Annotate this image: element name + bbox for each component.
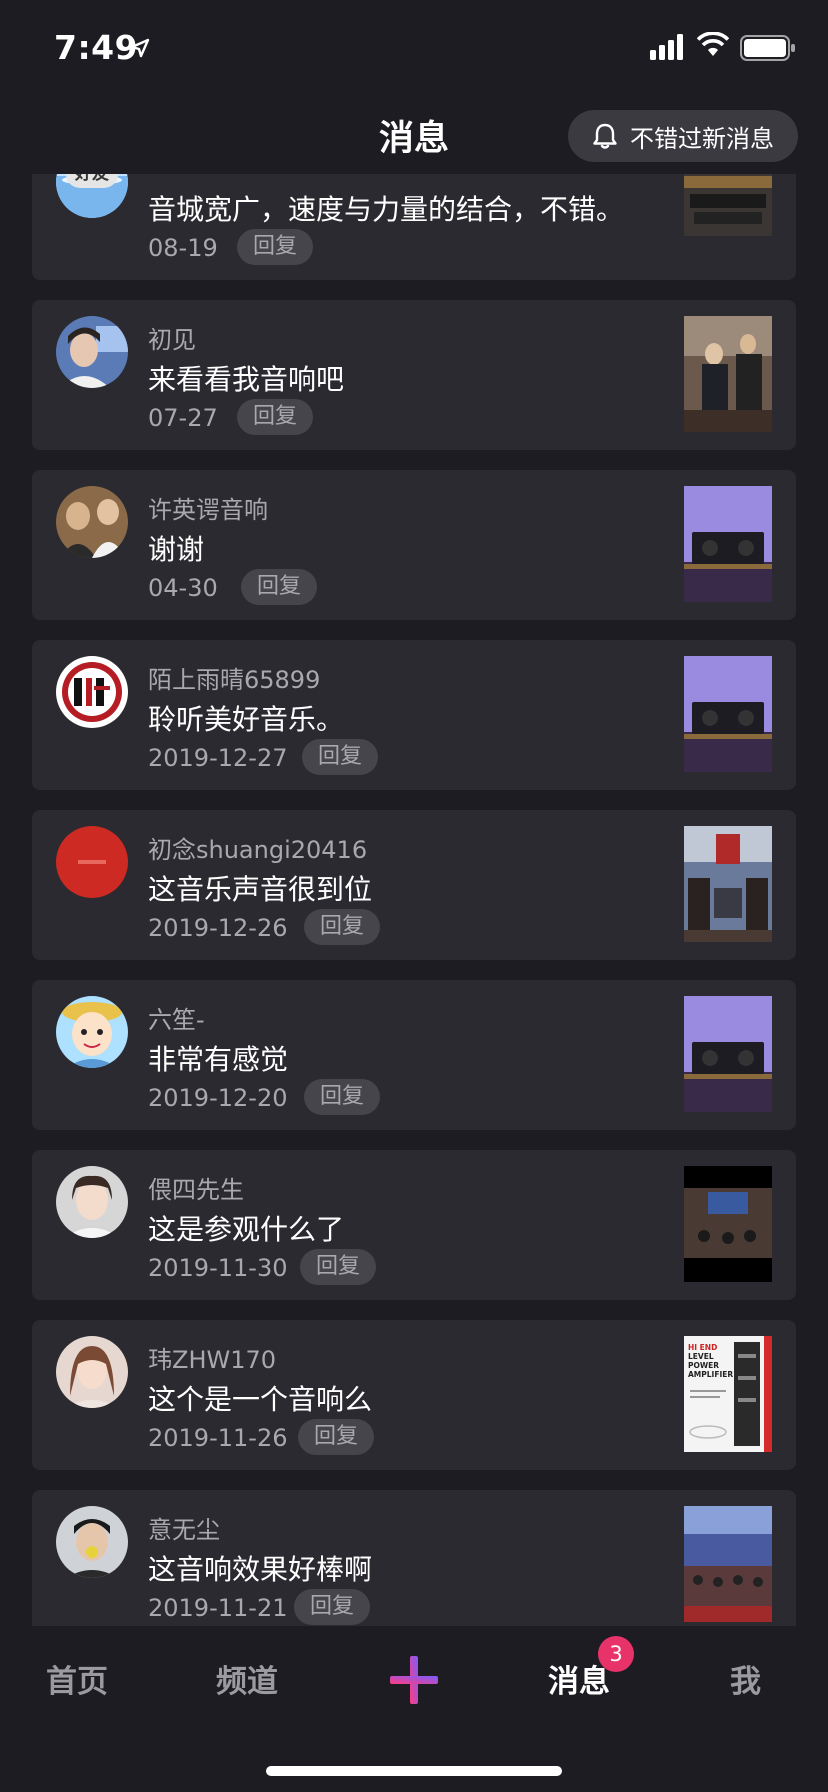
message-card[interactable]: 初见 来看看我音响吧 07-27 回复 [32, 300, 796, 450]
tab-me[interactable]: 我 [730, 1656, 761, 1701]
message-text: 这是参观什么了 [148, 1213, 345, 1246]
avatar[interactable] [56, 1506, 128, 1578]
message-card[interactable]: 初念shuangi20416 这音乐声音很到位 2019-12-26 回复 [32, 810, 796, 960]
message-date: 04-30 [148, 574, 218, 602]
sender-name: 陌上雨晴65899 [148, 666, 321, 694]
reply-button[interactable]: 回复 [304, 1079, 381, 1115]
reply-button[interactable]: 回复 [302, 739, 379, 775]
sender-name: 许英谔音响 [148, 496, 268, 524]
sender-name: 六笙- [148, 1006, 205, 1034]
message-card[interactable]: 陌上雨晴65899 聆听美好音乐。 2019-12-27 回复 [32, 640, 796, 790]
message-card[interactable]: 偎四先生 这是参观什么了 2019-11-30 回复 [32, 1150, 796, 1300]
reply-button[interactable]: 回复 [304, 909, 381, 945]
message-text: 这个是一个音响么 [148, 1383, 373, 1416]
message-date: 2019-11-21 [148, 1594, 288, 1622]
message-text: 聆听美好音乐。 [148, 703, 345, 736]
post-thumbnail[interactable]: HI END LEVEL POWER AMPLIFIER [684, 1336, 772, 1452]
create-plus-icon[interactable] [388, 1654, 440, 1706]
sender-name: 偎四先生 [148, 1176, 244, 1204]
reply-button[interactable]: 回复 [241, 569, 318, 605]
status-time: 7:49 [54, 28, 139, 67]
message-date: 2019-11-30 [148, 1254, 288, 1282]
message-list[interactable]: 好友 音城宽广，速度与力量的结合，不错。 08-19 回复 初见 来看看我音响吧… [0, 174, 828, 1626]
sender-name: 玮ZHW170 [148, 1346, 277, 1374]
reply-button[interactable]: 回复 [237, 399, 314, 435]
avatar[interactable] [56, 656, 128, 728]
post-thumbnail[interactable] [684, 1166, 772, 1282]
message-card[interactable]: 许英谔音响 谢谢 04-30 回复 [32, 470, 796, 620]
unread-badge: 3 [598, 1636, 634, 1672]
message-text: 这音响效果好棒啊 [148, 1553, 373, 1586]
post-thumbnail[interactable] [684, 1506, 772, 1622]
message-text: 非常有感觉 [148, 1043, 289, 1076]
message-date: 2019-12-26 [148, 914, 288, 942]
message-date: 2019-12-27 [148, 744, 288, 772]
status-bar: 7:49 [0, 0, 828, 96]
tab-bar: 首页 频道 消息 3 我 [0, 1626, 828, 1792]
message-card[interactable]: 六笙- 非常有感觉 2019-12-20 回复 [32, 980, 796, 1130]
home-indicator [266, 1766, 562, 1776]
reply-button[interactable]: 回复 [237, 229, 314, 265]
post-thumbnail[interactable] [684, 656, 772, 772]
message-text: 这音乐声音很到位 [148, 873, 373, 906]
post-thumbnail[interactable] [684, 826, 772, 942]
notify-button[interactable]: 不错过新消息 [568, 110, 798, 162]
sender-name: 意无尘 [148, 1516, 220, 1544]
location-arrow-icon [130, 38, 150, 58]
message-text: 谢谢 [148, 533, 205, 566]
reply-button[interactable]: 回复 [294, 1589, 371, 1625]
message-text: 音城宽广，速度与力量的结合，不错。 [148, 193, 625, 226]
reply-button[interactable]: 回复 [298, 1419, 375, 1455]
avatar[interactable] [56, 486, 128, 558]
post-thumbnail[interactable] [684, 316, 772, 432]
message-card[interactable]: 好友 音城宽广，速度与力量的结合，不错。 08-19 回复 [32, 174, 796, 280]
sender-name: 初见 [148, 326, 196, 354]
avatar[interactable] [56, 826, 128, 898]
message-date: 08-19 [148, 234, 218, 262]
avatar[interactable] [56, 996, 128, 1068]
tab-home[interactable]: 首页 [46, 1656, 108, 1701]
message-date: 07-27 [148, 404, 218, 432]
avatar[interactable] [56, 1166, 128, 1238]
battery-icon [740, 35, 795, 61]
wifi-icon [697, 32, 729, 56]
message-card[interactable]: 意无尘 这音响效果好棒啊 2019-11-21 回复 [32, 1490, 796, 1626]
post-thumbnail[interactable] [684, 486, 772, 602]
friend-tag: 好友 [66, 174, 118, 188]
avatar[interactable] [56, 316, 128, 388]
nav-header: 消息 不错过新消息 [0, 96, 828, 174]
post-thumbnail[interactable] [684, 996, 772, 1112]
bell-icon [593, 123, 617, 149]
notify-button-label: 不错过新消息 [630, 124, 774, 153]
message-date: 2019-12-20 [148, 1084, 288, 1112]
message-date: 2019-11-26 [148, 1424, 288, 1452]
sender-name: 初念shuangi20416 [148, 836, 368, 864]
tab-channel[interactable]: 频道 [216, 1656, 278, 1701]
cellular-signal-icon [650, 34, 683, 60]
avatar[interactable] [56, 1336, 128, 1408]
message-text: 来看看我音响吧 [148, 363, 345, 396]
reply-button[interactable]: 回复 [300, 1249, 377, 1285]
post-thumbnail[interactable] [684, 174, 772, 236]
message-card[interactable]: 玮ZHW170 这个是一个音响么 2019-11-26 回复 HI END LE… [32, 1320, 796, 1470]
